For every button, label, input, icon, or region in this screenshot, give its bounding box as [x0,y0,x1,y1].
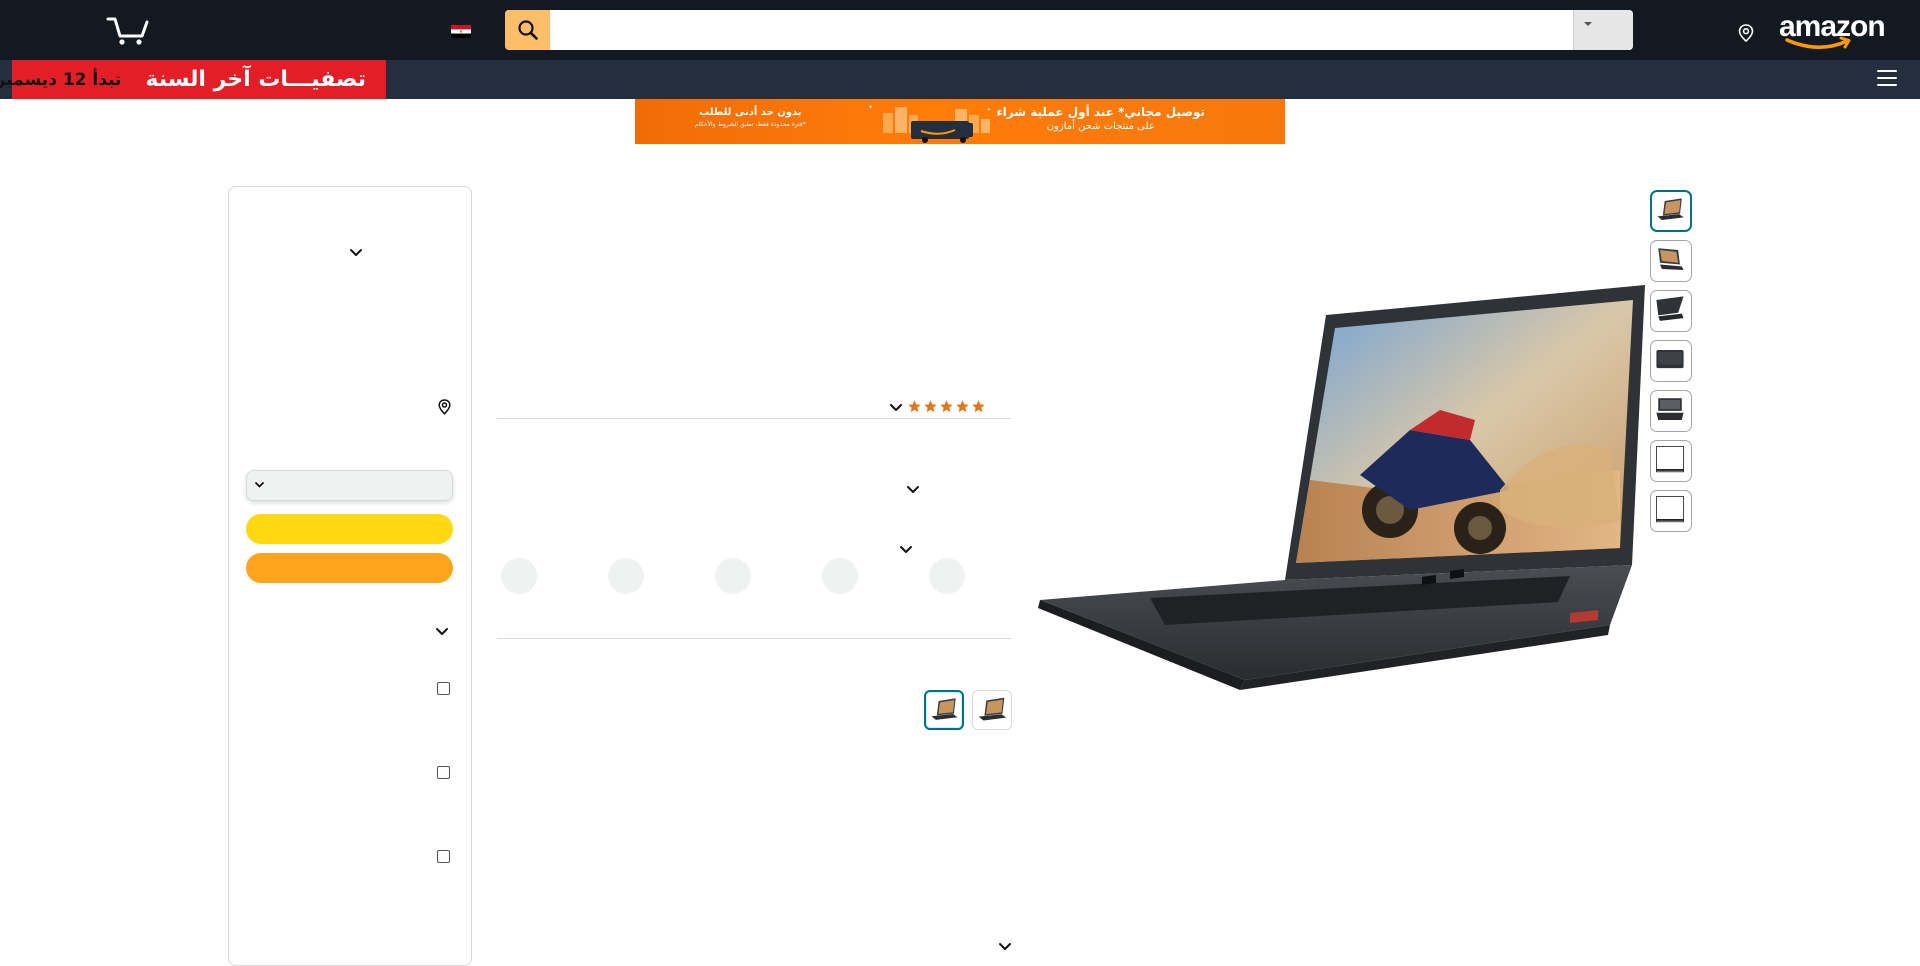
option-swatch[interactable] [501,558,537,594]
addon-checkbox[interactable] [437,766,450,779]
hamburger-menu-icon[interactable] [1877,70,1897,88]
chevron-down-icon [255,482,264,488]
banner-headline: توصيل مجاني* عند أول عملية شراء [996,105,1205,119]
product-thumbnail[interactable] [1650,390,1692,432]
search-button[interactable] [505,10,550,50]
year-end-sale-promo[interactable]: تصفيـــات آخر السنة تبدأ 12 ديسمبر [0,60,386,99]
addon-checkbox[interactable] [437,682,450,695]
chevron-down-icon[interactable] [906,485,920,494]
laptop-thumbnail-icon [1655,495,1685,523]
product-thumbnail-selected[interactable] [1650,190,1692,232]
top-navbar: amazon [0,0,1920,60]
search-icon [517,20,538,40]
location-pin-icon[interactable] [438,399,451,415]
search-input[interactable] [550,10,1577,50]
egypt-flag-icon[interactable] [451,25,471,38]
addon-checkbox[interactable] [437,850,450,863]
delivery-van-illustration: ✦ ✦ [868,104,991,143]
promo-date: تبدأ 12 ديسمبر [0,69,122,90]
search-category-dropdown[interactable] [1573,10,1633,50]
product-thumbnail[interactable] [1650,490,1692,532]
option-swatch[interactable] [929,558,965,594]
location-pin-icon[interactable] [1738,24,1754,42]
chevron-down-icon[interactable] [899,545,913,554]
banner-left-text: بدون حد أدنى للطلب *فترة محدودة فقط، تطب… [695,107,806,128]
laptop-thumbnail-icon [1658,248,1684,270]
promo-title: تصفيـــات آخر السنة [145,67,366,92]
product-thumbnail[interactable] [1650,340,1692,382]
variant-option[interactable] [972,690,1012,730]
free-delivery-banner[interactable]: توصيل مجاني* عند أول عملية شراء على منتج… [635,99,1285,144]
divider [497,638,1011,639]
star-icon [908,400,921,413]
search-bar [505,10,1633,50]
banner-terms: *فترة محدودة فقط، تطبق الشروط والأحكام [695,121,806,128]
laptop-thumbnail-icon [978,697,1007,721]
svg-text:✦: ✦ [868,104,873,111]
laptop-thumbnail-icon [1656,350,1684,369]
laptop-thumbnail-icon [931,698,958,720]
add-to-cart-button[interactable] [246,514,453,544]
option-swatch[interactable] [608,558,644,594]
laptop-thumbnail-icon [1657,198,1684,221]
star-icon [956,400,969,413]
banner-subline: على منتجات شحن أمازون [1046,121,1155,132]
banner-no-minimum: بدون حد أدنى للطلب [699,107,802,118]
svg-text:✦: ✦ [987,107,991,113]
product-thumbnail[interactable] [1650,240,1692,282]
laptop-thumbnail-icon [1656,398,1684,420]
variant-option-selected[interactable] [924,690,964,730]
option-swatch[interactable] [822,558,858,594]
product-thumbnail[interactable] [1650,440,1692,482]
banner-right-text: توصيل مجاني* عند أول عملية شراء على منتج… [997,105,1205,132]
chevron-down-icon[interactable] [435,627,449,636]
product-thumbnail[interactable] [1650,290,1692,332]
laptop-thumbnail-icon [1656,296,1684,321]
star-icon [972,400,985,413]
star-icon [940,400,953,413]
chevron-down-icon[interactable] [349,248,363,257]
chevron-down-icon [1584,22,1592,26]
chevron-down-icon[interactable] [889,403,903,412]
option-swatch[interactable] [715,558,751,594]
star-icon [924,400,937,413]
cart-icon[interactable] [106,13,150,47]
laptop-thumbnail-icon [1655,445,1685,473]
quantity-dropdown[interactable] [246,470,453,501]
buy-now-button[interactable] [246,553,453,583]
divider [497,418,1011,419]
product-main-image[interactable] [1030,280,1650,700]
amazon-smile-icon [1785,36,1851,49]
rating-stars[interactable] [907,399,986,414]
